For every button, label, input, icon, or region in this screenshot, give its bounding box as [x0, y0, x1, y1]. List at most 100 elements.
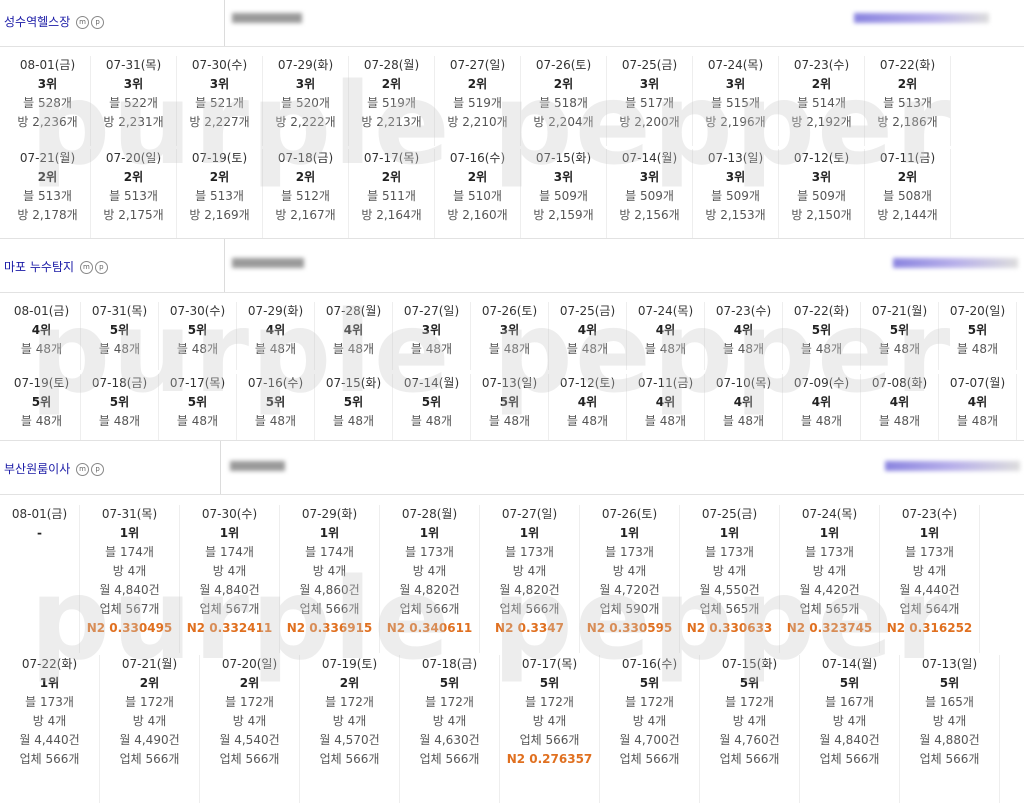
rank-cell: 07-21(월) 2위 블 172개 방 4개 월 4,490건 업체 566개	[100, 655, 200, 803]
rank-cell: 07-11(금) 2위 블 508개 방 2,144개	[865, 149, 951, 239]
cell-stat: 방 4개	[212, 564, 247, 578]
p-circle-icon[interactable]: p	[94, 261, 108, 274]
cell-date: 07-26(토)	[481, 304, 538, 318]
cell-stat: 방 2,213개	[361, 115, 422, 129]
cell-date: 07-11(금)	[637, 376, 694, 390]
cell-date: 07-16(수)	[449, 151, 506, 165]
cell-stat: 업체 566개	[19, 752, 80, 766]
cell-date: 07-26(토)	[535, 58, 592, 72]
keyword-link-3[interactable]: 부산원룸이사 mp	[4, 460, 105, 477]
cell-stat: 블 520개	[281, 96, 330, 110]
cell-stat: 방 2,178개	[17, 208, 78, 222]
m-circle-icon[interactable]: m	[79, 261, 93, 274]
section-header-1: 성수역헬스장 mp	[0, 0, 1024, 47]
cell-date: 07-21(월)	[19, 151, 76, 165]
cell-n2-score: N2 0.276357	[506, 752, 593, 766]
cell-stat: 블 511개	[367, 189, 416, 203]
cell-date: 07-18(금)	[91, 376, 148, 390]
cell-stat: 업체 564개	[899, 602, 960, 616]
cell-rank: 1위	[619, 526, 640, 540]
cell-date: 07-28(월)	[401, 507, 458, 521]
rank-cell: 07-08(화) 4위 블 48개	[861, 374, 939, 442]
cell-rank: 2위	[295, 170, 316, 184]
rank-cell: 07-12(토) 4위 블 48개	[549, 374, 627, 442]
cell-stat: 블 48개	[98, 414, 141, 428]
cell-stat: 월 4,540건	[219, 733, 280, 747]
cell-date: 07-15(화)	[535, 151, 592, 165]
cell-stat: 월 4,840건	[199, 583, 260, 597]
cell-n2-score: N2 0.330595	[586, 621, 673, 635]
cell-rank: 2위	[239, 676, 260, 690]
m-circle-icon[interactable]: m	[76, 16, 90, 29]
cell-stat: 방 2,236개	[17, 115, 78, 129]
cell-stat: 방 4개	[632, 714, 667, 728]
cell-stat: 블 517개	[625, 96, 674, 110]
keyword-link-2[interactable]: 마포 누수탐지 mp	[4, 258, 108, 275]
divider	[224, 0, 225, 46]
cell-stat: 월 4,420건	[799, 583, 860, 597]
cell-stat: 방 4개	[512, 564, 547, 578]
rank-cell: 07-26(토) 3위 블 48개	[471, 302, 549, 370]
cell-date: 07-15(화)	[325, 376, 382, 390]
cell-date: 07-16(수)	[247, 376, 304, 390]
cell-date: 07-20(일)	[105, 151, 162, 165]
cell-date: 07-25(금)	[559, 304, 616, 318]
cell-date: 07-30(수)	[201, 507, 258, 521]
rank-cell: 08-01(금) -	[0, 505, 80, 653]
cell-stat: 블 172개	[525, 695, 574, 709]
cell-rank: 4위	[811, 395, 832, 409]
rank-cell: 07-22(화) 1위 블 173개 방 4개 월 4,440건 업체 566개	[0, 655, 100, 803]
cell-stat: 월 4,490건	[119, 733, 180, 747]
cell-n2-score: N2 0.340611	[386, 621, 473, 635]
cell-stat: 블 48개	[332, 414, 375, 428]
cell-rank: 4위	[265, 323, 286, 337]
cell-stat: 방 2,164개	[361, 208, 422, 222]
cell-date: 07-17(목)	[169, 376, 226, 390]
cell-stat: 블 509개	[625, 189, 674, 203]
m-circle-icon[interactable]: m	[76, 463, 90, 476]
cell-rank: 4위	[655, 323, 676, 337]
rank-cell: 07-10(목) 4위 블 48개	[705, 374, 783, 442]
cell-stat: 업체 566개	[119, 752, 180, 766]
cell-stat: 방 4개	[332, 714, 367, 728]
section-header-2: 마포 누수탐지 mp	[0, 238, 1024, 293]
p-circle-icon[interactable]: p	[91, 16, 105, 29]
cell-date: 07-22(화)	[21, 657, 78, 671]
cell-date: 07-14(월)	[821, 657, 878, 671]
cell-rank: 4위	[733, 395, 754, 409]
cell-stat: 블 48개	[20, 414, 63, 428]
cell-date: 07-23(수)	[793, 58, 850, 72]
cell-rank: 2위	[37, 170, 58, 184]
cell-rank: 1위	[219, 526, 240, 540]
cell-rank: 4위	[31, 323, 52, 337]
cell-rank: 5위	[109, 323, 130, 337]
cell-rank: 5위	[439, 676, 460, 690]
cell-stat: 방 2,231개	[103, 115, 164, 129]
cell-stat: 블 512개	[281, 189, 330, 203]
cell-date: 07-14(월)	[621, 151, 678, 165]
cell-stat: 업체 565개	[799, 602, 860, 616]
rank-cell: 07-17(목) 5위 블 48개	[159, 374, 237, 442]
cell-rank: 4위	[343, 323, 364, 337]
cell-rank: 2위	[381, 77, 402, 91]
cell-rank: 1위	[319, 526, 340, 540]
cell-stat: 방 2,169개	[189, 208, 250, 222]
cell-date: 07-21(월)	[121, 657, 178, 671]
cell-stat: 블 48개	[254, 342, 297, 356]
cell-stat: 방 4개	[612, 564, 647, 578]
cell-stat: 월 4,840건	[99, 583, 160, 597]
cell-date: 07-12(토)	[559, 376, 616, 390]
cell-stat: 블 48개	[176, 342, 219, 356]
keyword-link-1[interactable]: 성수역헬스장 mp	[4, 13, 105, 30]
rank-cell: 07-24(목) 1위 블 173개 방 4개 월 4,420건 업체 565개 N2 0.…	[780, 505, 880, 653]
rank-cell: 08-01(금) 4위 블 48개	[3, 302, 81, 370]
cell-stat: 블 172개	[325, 695, 374, 709]
cell-stat: 블 509개	[539, 189, 588, 203]
cell-n2-score: N2 0.3347	[495, 621, 564, 635]
p-circle-icon[interactable]: p	[91, 463, 105, 476]
cell-stat: 업체 590개	[599, 602, 660, 616]
cell-rank: 5위	[31, 395, 52, 409]
cell-date: 07-28(월)	[363, 58, 420, 72]
cell-stat: 방 2,227개	[189, 115, 250, 129]
cell-rank: 2위	[139, 676, 160, 690]
